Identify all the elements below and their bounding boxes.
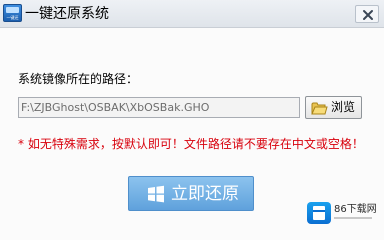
folder-icon <box>311 102 328 115</box>
restore-window: 一键还原 一键还原系统 系统镜像所在的路径： 浏览 * 如无特殊需求，按默认即可… <box>0 0 384 240</box>
restore-now-label: 立即还原 <box>171 184 239 204</box>
app-icon-label: 一键还原 <box>6 15 19 20</box>
browse-button[interactable]: 浏览 <box>305 96 362 119</box>
warning-note: * 如无特殊需求，按默认即可！文件路径请不要存在中文或空格！ <box>18 137 364 151</box>
app-icon-screen <box>6 7 19 13</box>
close-button[interactable] <box>355 5 379 23</box>
watermark-logo-icon <box>307 202 331 224</box>
title-bar[interactable]: 一键还原 一键还原系统 <box>0 0 384 28</box>
close-icon <box>363 10 373 20</box>
windows-logo-icon <box>148 185 164 203</box>
watermark-underline <box>334 217 372 219</box>
app-disk-icon: 一键还原 <box>3 4 22 22</box>
watermark-text: 86下载网 <box>334 204 377 215</box>
browse-label: 浏览 <box>331 100 356 114</box>
watermark-page-line <box>313 210 325 212</box>
image-path-label: 系统镜像所在的路径： <box>18 72 139 86</box>
image-path-input[interactable] <box>18 97 300 118</box>
restore-now-button[interactable]: 立即还原 <box>128 176 254 211</box>
watermark-page-shape <box>313 206 325 220</box>
window-title: 一键还原系统 <box>25 6 109 22</box>
site-watermark: 86下载网 <box>307 198 377 228</box>
